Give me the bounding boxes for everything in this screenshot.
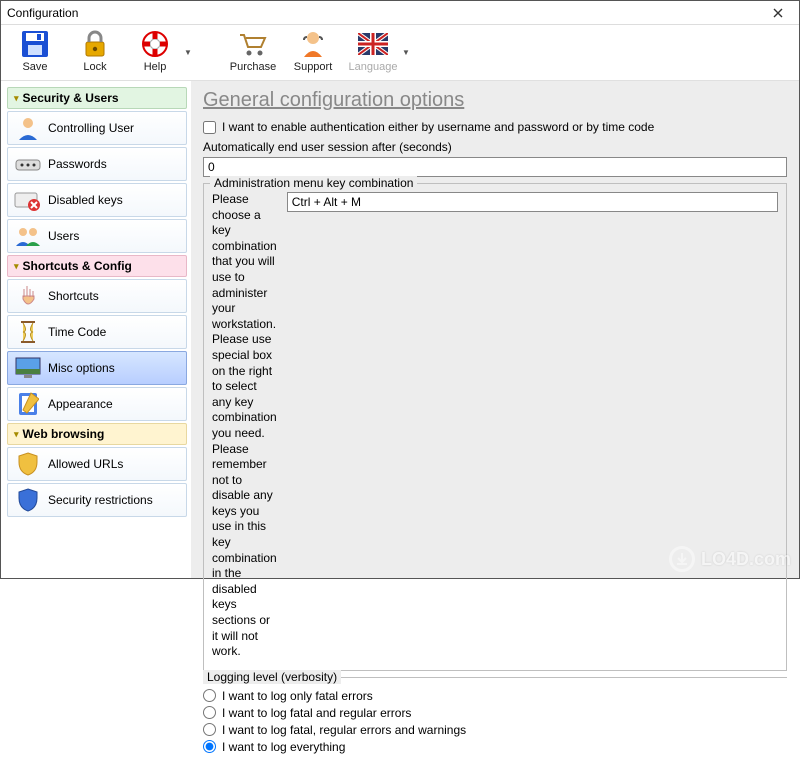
sidebar-item-shortcuts[interactable]: Shortcuts (7, 279, 187, 313)
log-legend: Logging level (verbosity) (203, 670, 341, 684)
sidebar-item-label: Appearance (48, 397, 113, 411)
sidebar-item-label: Shortcuts (48, 289, 99, 303)
log-option-label: I want to log fatal, regular errors and … (222, 723, 466, 737)
lock-button[interactable]: Lock (69, 26, 121, 78)
save-button[interactable]: Save (9, 26, 61, 78)
sidebar-item-users[interactable]: Users (7, 219, 187, 253)
sidebar-item-label: Security restrictions (48, 493, 153, 507)
group-title: Web browsing (23, 427, 105, 441)
password-icon (14, 150, 42, 178)
sidebar-item-label: Controlling User (48, 121, 134, 135)
log-radio-0[interactable] (203, 689, 216, 702)
users-icon (14, 222, 42, 250)
page-heading: General configuration options (203, 89, 787, 112)
sidebar-item-controlling-user[interactable]: Controlling User (7, 111, 187, 145)
log-radio-3[interactable] (203, 740, 216, 753)
group-security-users[interactable]: ▾ Security & Users (7, 87, 187, 109)
sidebar-item-disabled-keys[interactable]: Disabled keys (7, 183, 187, 217)
chevron-down-icon: ▾ (14, 429, 19, 440)
support-label: Support (294, 61, 333, 73)
lock-label: Lock (83, 61, 106, 73)
group-web-browsing[interactable]: ▾ Web browsing (7, 423, 187, 445)
flag-icon (357, 28, 389, 60)
help-label: Help (144, 61, 167, 73)
cart-icon (237, 28, 269, 60)
language-button[interactable]: Language (347, 26, 399, 78)
window-title: Configuration (7, 6, 78, 20)
log-radio-1[interactable] (203, 706, 216, 719)
language-label: Language (349, 61, 398, 73)
sidebar-item-label: Passwords (48, 157, 107, 171)
download-icon (669, 546, 695, 572)
help-dropdown[interactable]: ▼ (183, 26, 193, 78)
log-radio-2[interactable] (203, 723, 216, 736)
user-icon (14, 114, 42, 142)
chevron-down-icon: ▾ (14, 261, 19, 272)
auth-checkbox[interactable] (203, 121, 216, 134)
close-button[interactable] (763, 5, 793, 21)
sidebar-item-passwords[interactable]: Passwords (7, 147, 187, 181)
log-fieldset: Logging level (verbosity) I want to log … (203, 677, 787, 767)
close-icon (773, 8, 783, 18)
admin-legend: Administration menu key combination (210, 176, 417, 190)
language-dropdown[interactable]: ▼ (401, 26, 411, 78)
group-shortcuts-config[interactable]: ▾ Shortcuts & Config (7, 255, 187, 277)
content-panel: General configuration options I want to … (191, 81, 799, 578)
floppy-icon (19, 28, 51, 60)
shield-gold-icon (14, 450, 42, 478)
hourglass-icon (14, 318, 42, 346)
toolbar: Save Lock Help ▼ Purchase Support Langua… (1, 25, 799, 81)
sidebar: ▾ Security & Users Controlling User Pass… (1, 81, 191, 578)
watermark: LO4D.com (669, 546, 791, 572)
desktop-icon (14, 354, 42, 382)
shield-blue-icon (14, 486, 42, 514)
group-title: Shortcuts & Config (23, 259, 132, 273)
save-label: Save (22, 61, 47, 73)
sidebar-item-label: Users (48, 229, 79, 243)
padlock-icon (79, 28, 111, 60)
sidebar-item-label: Time Code (48, 325, 106, 339)
hand-icon (14, 282, 42, 310)
log-option-label: I want to log everything (222, 740, 345, 754)
sidebar-item-misc-options[interactable]: Misc options (7, 351, 187, 385)
lifebuoy-icon (139, 28, 171, 60)
group-title: Security & Users (23, 91, 119, 105)
titlebar: Configuration (1, 1, 799, 25)
sidebar-item-time-code[interactable]: Time Code (7, 315, 187, 349)
sidebar-item-label: Disabled keys (48, 193, 123, 207)
purchase-button[interactable]: Purchase (227, 26, 279, 78)
support-icon (297, 28, 329, 60)
chevron-down-icon: ▾ (14, 93, 19, 104)
auth-checkbox-label: I want to enable authentication either b… (222, 120, 654, 134)
auto-end-input[interactable] (203, 157, 787, 177)
log-option-label: I want to log only fatal errors (222, 689, 373, 703)
sidebar-item-appearance[interactable]: Appearance (7, 387, 187, 421)
support-button[interactable]: Support (287, 26, 339, 78)
purchase-label: Purchase (230, 61, 276, 73)
keyboard-x-icon (14, 186, 42, 214)
help-button[interactable]: Help (129, 26, 181, 78)
sidebar-item-label: Allowed URLs (48, 457, 123, 471)
admin-key-input[interactable] (287, 192, 778, 212)
sidebar-item-allowed-urls[interactable]: Allowed URLs (7, 447, 187, 481)
auto-end-label: Automatically end user session after (se… (203, 140, 787, 154)
admin-text: Please choose a key combination that you… (212, 192, 277, 660)
notebook-icon (14, 390, 42, 418)
watermark-text: LO4D.com (701, 549, 791, 570)
sidebar-item-security-restrictions[interactable]: Security restrictions (7, 483, 187, 517)
log-option-label: I want to log fatal and regular errors (222, 706, 411, 720)
admin-fieldset: Administration menu key combination Plea… (203, 183, 787, 671)
sidebar-item-label: Misc options (48, 361, 115, 375)
